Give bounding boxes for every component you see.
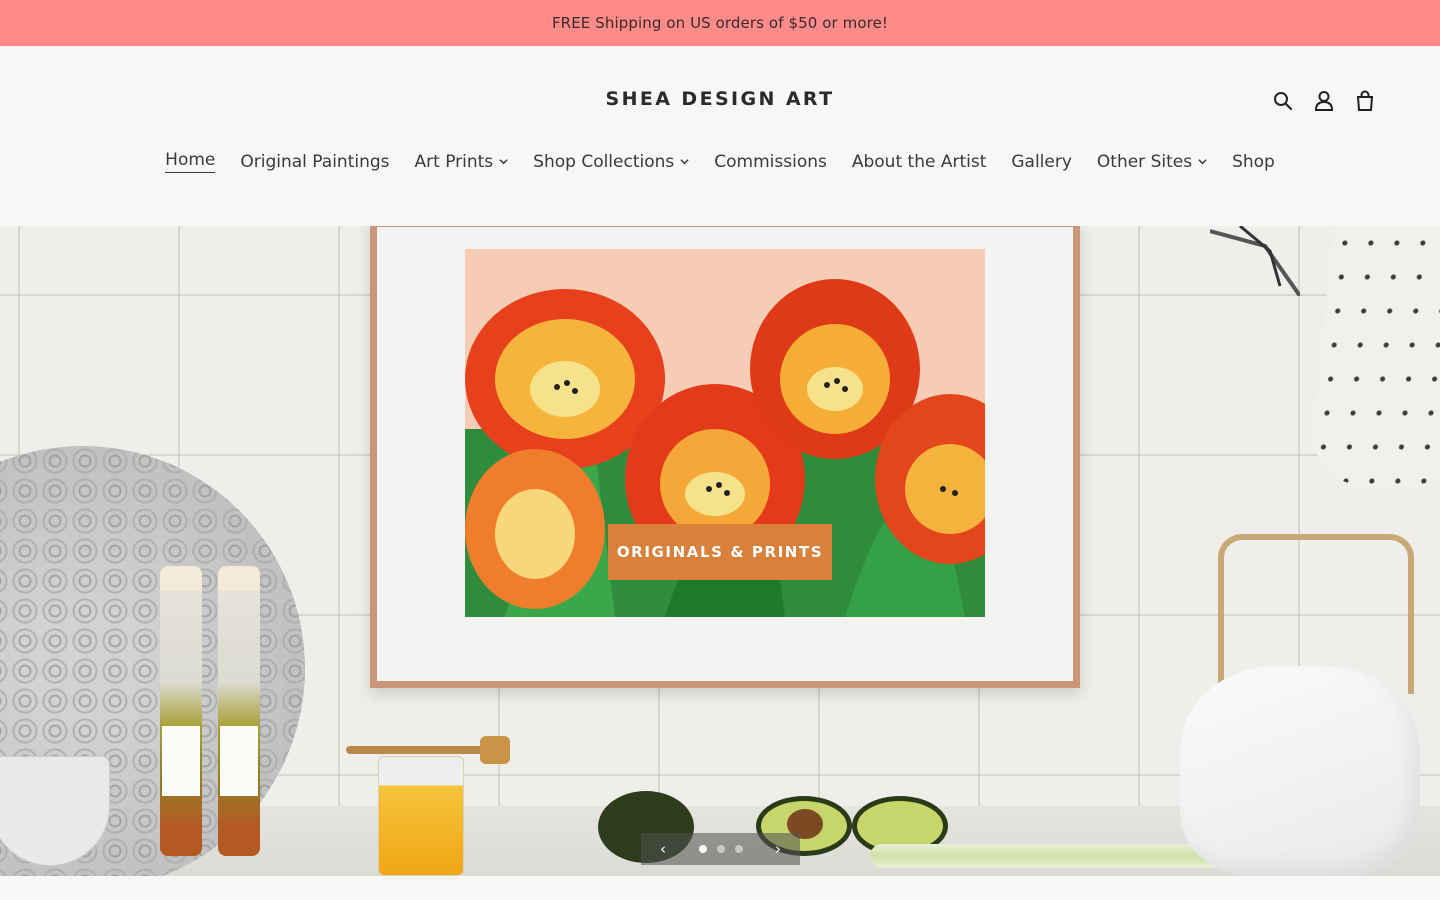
- slide-dots: [698, 845, 743, 853]
- site-logo[interactable]: SHEA DESIGN ART: [0, 88, 1440, 110]
- honey-jar-image: [378, 756, 464, 876]
- scissors-image: [1210, 226, 1300, 296]
- nav-item-label: Original Paintings: [240, 151, 390, 172]
- chevron-down-icon: [1198, 157, 1207, 166]
- nav-item-shop-collections[interactable]: Shop Collections: [533, 150, 689, 173]
- page-bottom-strip: [0, 876, 1440, 900]
- nav-item-label: About the Artist: [851, 151, 987, 172]
- cart-icon[interactable]: [1354, 90, 1376, 112]
- framed-artwork: [370, 226, 1080, 688]
- announcement-text: FREE Shipping on US orders of $50 or mor…: [551, 14, 889, 32]
- announcement-bar: FREE Shipping on US orders of $50 or mor…: [0, 0, 1440, 46]
- site-header: SHEA DESIGN ART Home Original Paintings …: [0, 46, 1440, 226]
- slide-dot-2[interactable]: [716, 845, 725, 853]
- originals-prints-button[interactable]: ORIGINALS & PRINTS: [608, 524, 832, 580]
- chevron-left-icon[interactable]: ‹: [655, 840, 671, 858]
- nav-item-home[interactable]: Home: [165, 150, 216, 173]
- main-nav: Home Original Paintings Art Prints Shop …: [0, 150, 1440, 173]
- slide-dot-1[interactable]: [698, 845, 707, 853]
- slideshow-controls: ‹ ›: [641, 833, 800, 865]
- header-icons: [1272, 90, 1376, 112]
- nav-item-label: Gallery: [1011, 151, 1072, 172]
- nav-item-art-prints[interactable]: Art Prints: [415, 150, 509, 173]
- chevron-down-icon: [680, 157, 689, 166]
- oil-bottle-image: [160, 566, 202, 856]
- chevron-right-icon[interactable]: ›: [770, 840, 786, 858]
- teapot-image: [1180, 666, 1420, 876]
- nav-item-gallery[interactable]: Gallery: [1011, 150, 1072, 173]
- slide-dot-3[interactable]: [734, 845, 743, 853]
- account-icon[interactable]: [1313, 90, 1335, 112]
- nav-item-label: Shop: [1232, 151, 1275, 172]
- chevron-down-icon: [499, 157, 508, 166]
- nav-item-label: Home: [165, 150, 216, 173]
- honey-dipper-head-image: [480, 736, 510, 764]
- nav-item-other-sites[interactable]: Other Sites: [1097, 150, 1207, 173]
- nav-item-about-the-artist[interactable]: About the Artist: [852, 150, 987, 173]
- nav-item-label: Art Prints: [414, 151, 494, 172]
- nav-item-commissions[interactable]: Commissions: [714, 150, 827, 173]
- oil-bottle-image: [218, 566, 260, 856]
- search-icon[interactable]: [1272, 90, 1294, 112]
- nav-item-label: Other Sites: [1096, 151, 1193, 172]
- nav-item-label: Shop Collections: [533, 151, 675, 172]
- nav-item-label: Commissions: [714, 151, 827, 172]
- nav-item-original-paintings[interactable]: Original Paintings: [240, 150, 389, 173]
- nav-item-shop[interactable]: Shop: [1232, 150, 1275, 173]
- hero-slideshow: ORIGINALS & PRINTS ‹ ›: [0, 226, 1440, 876]
